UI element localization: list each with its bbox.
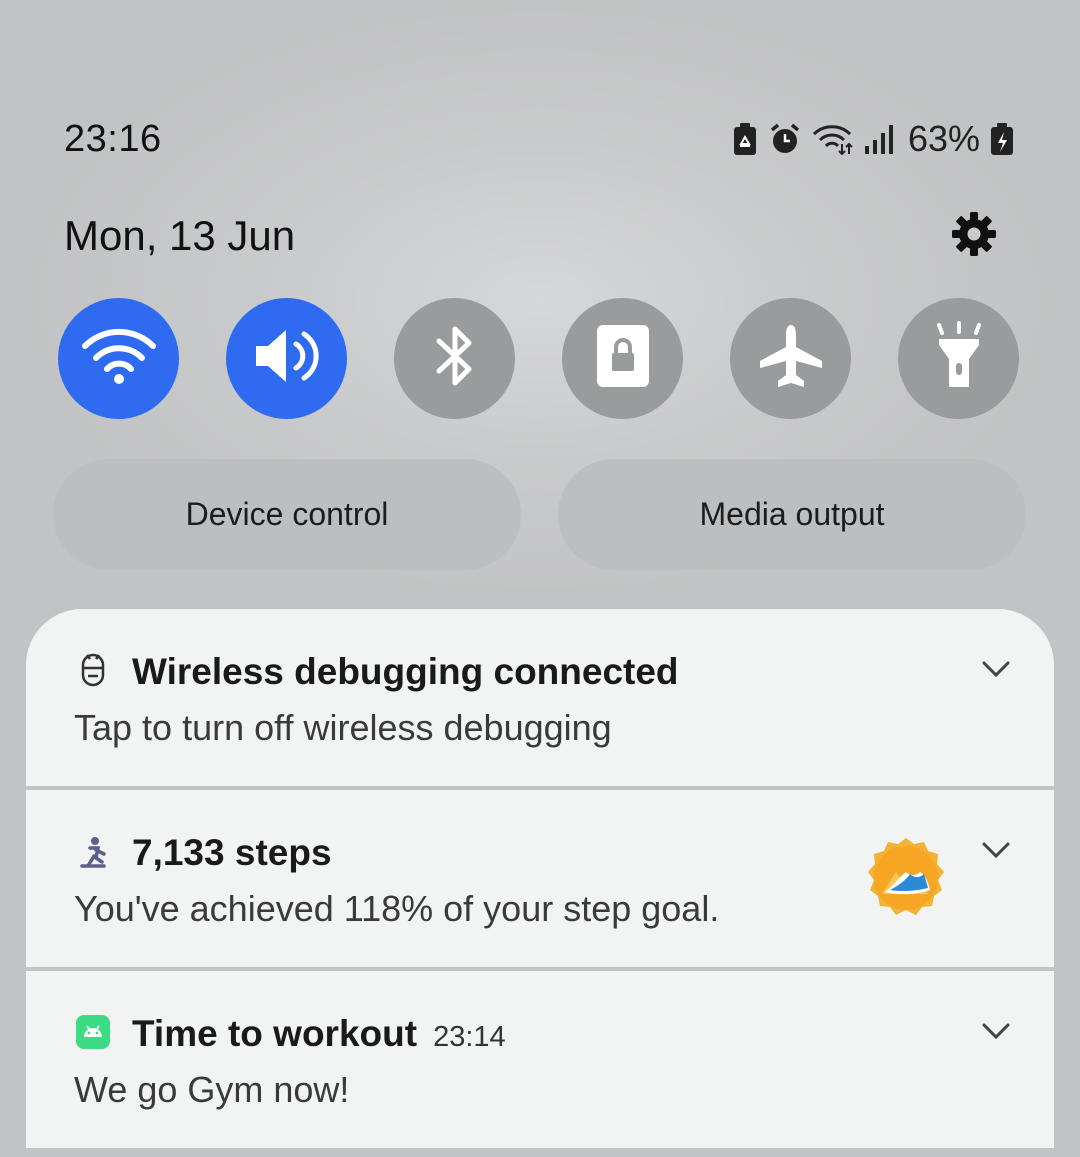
media-output-label: Media output: [699, 496, 885, 532]
wifi-toggle[interactable]: [58, 298, 179, 419]
notification-steps[interactable]: 7,133 steps You've achieved 118% of your…: [26, 790, 1054, 967]
notification-title-text: Time to workout: [132, 1013, 418, 1054]
status-bar: 23:16 63%: [0, 110, 1080, 170]
notification-body: Tap to turn off wireless debugging: [74, 707, 612, 748]
flashlight-toggle[interactable]: [898, 298, 1019, 419]
alarm-icon: [768, 122, 802, 156]
media-output-button[interactable]: Media output: [558, 459, 1026, 570]
status-icons: 63%: [732, 116, 1014, 162]
sound-toggle[interactable]: [226, 298, 347, 419]
flashlight-icon: [933, 321, 985, 396]
sneaker-badge-icon: [868, 838, 944, 915]
lock-icon: [595, 323, 651, 394]
chevron-down-icon[interactable]: [980, 1021, 1012, 1041]
notification-wireless-debugging[interactable]: Wireless debugging connected Tap to turn…: [26, 609, 1054, 786]
signal-icon: [864, 122, 894, 156]
chevron-down-icon[interactable]: [980, 659, 1012, 679]
chevron-down-icon[interactable]: [980, 840, 1012, 860]
status-time: 23:16: [64, 118, 162, 160]
airplane-mode-toggle[interactable]: [730, 298, 851, 419]
settings-button[interactable]: [946, 208, 1002, 264]
notification-title: Time to workout 23:14: [132, 1013, 506, 1055]
notification-title: Wireless debugging connected: [132, 651, 679, 692]
battery-percent: 63%: [907, 118, 980, 159]
device-control-button[interactable]: Device control: [53, 459, 521, 570]
battery-charging-icon: [990, 122, 1014, 156]
secure-folder-toggle[interactable]: [562, 298, 683, 419]
volume-icon: [252, 324, 322, 393]
recycle-battery-icon: [732, 122, 758, 156]
android-app-icon: [76, 1015, 110, 1049]
notification-workout[interactable]: Time to workout 23:14 We go Gym now!: [26, 971, 1054, 1148]
gear-icon: [950, 210, 998, 263]
notification-body: You've achieved 118% of your step goal.: [74, 888, 720, 929]
date-label: Mon, 13 Jun: [64, 212, 296, 259]
device-control-label: Device control: [185, 496, 389, 532]
bluetooth-toggle[interactable]: [394, 298, 515, 419]
notification-time: 23:14: [433, 1021, 506, 1053]
android-debug-icon: [81, 653, 105, 687]
airplane-icon: [756, 321, 826, 396]
bluetooth-icon: [433, 323, 477, 394]
walking-person-icon: [80, 837, 106, 868]
wifi-icon: [812, 122, 854, 156]
notification-title: 7,133 steps: [132, 832, 332, 873]
notification-body: We go Gym now!: [74, 1069, 350, 1110]
wifi-icon: [81, 326, 157, 391]
